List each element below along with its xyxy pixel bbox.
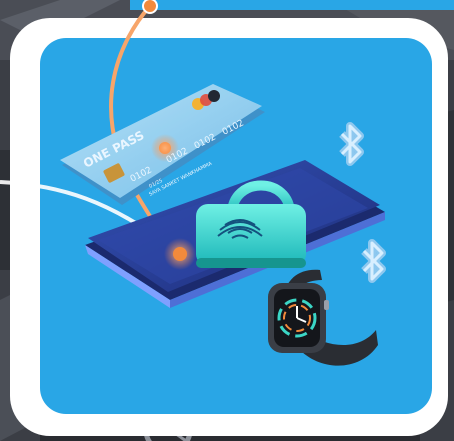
connector-node-top — [142, 0, 158, 14]
connector-node-phone — [173, 247, 187, 261]
illustration: ONE PASS 0102 0102 0102 0102 01/25 SAYA … — [0, 0, 448, 436]
